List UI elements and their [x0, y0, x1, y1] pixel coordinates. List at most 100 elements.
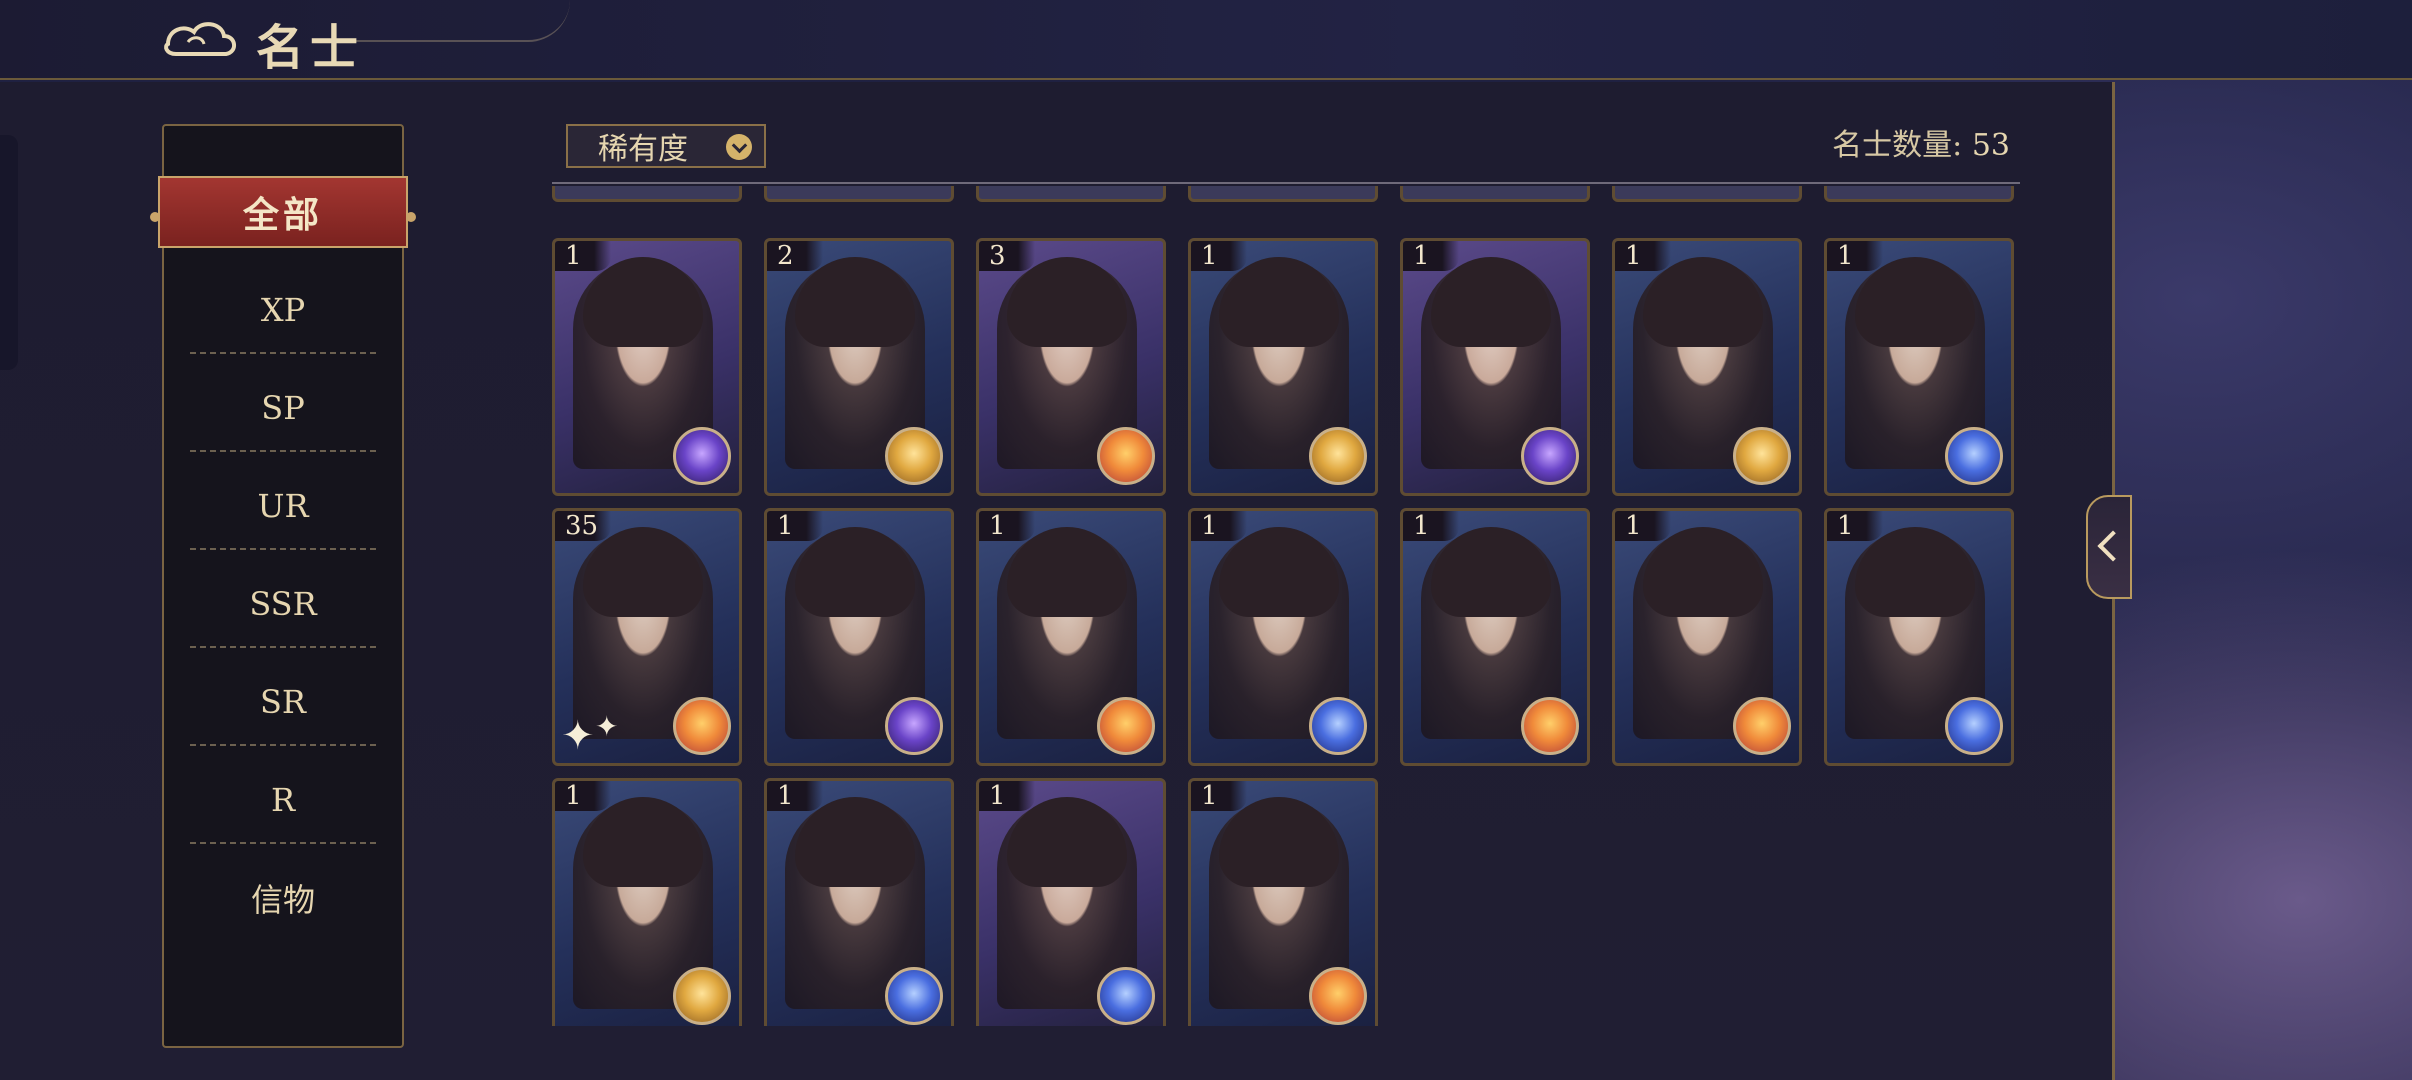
- blue-icon: [1945, 427, 2003, 485]
- hero-hair: [1219, 257, 1339, 347]
- hero-card[interactable]: 1: [976, 508, 1166, 766]
- divider: [190, 352, 376, 354]
- hero-card[interactable]: 1: [1188, 508, 1378, 766]
- hero-card[interactable]: 1: [1824, 508, 2014, 766]
- filter-sidebar: 全部 XP SP UR SSR SR R 信物: [150, 124, 416, 1048]
- collapse-panel-button[interactable]: [2086, 495, 2132, 599]
- sparkle-icon: ✦: [595, 710, 619, 743]
- hero-hair: [1007, 797, 1127, 887]
- hero-card[interactable]: 1: [1188, 778, 1378, 1026]
- divider: [190, 842, 376, 844]
- level-badge: 1: [1191, 781, 1247, 811]
- filter-ssr-tab[interactable]: SSR: [164, 574, 402, 634]
- gold-icon: [1733, 427, 1791, 485]
- card-peek[interactable]: [1400, 186, 1590, 202]
- level-badge: 1: [767, 781, 823, 811]
- level-badge: 1: [1191, 511, 1247, 541]
- grid-divider: [552, 182, 2020, 184]
- sparkle-icon: ✦: [561, 713, 595, 759]
- gold-icon: [1309, 427, 1367, 485]
- cloud-icon: [164, 22, 236, 56]
- divider: [190, 744, 376, 746]
- filter-sr-tab[interactable]: SR: [164, 672, 402, 732]
- divider: [190, 450, 376, 452]
- hero-hair: [1007, 257, 1127, 347]
- divider: [190, 548, 376, 550]
- level-badge: 3: [979, 241, 1035, 271]
- count-label: 名士数量:: [1832, 128, 1963, 163]
- filter-xp-tab[interactable]: XP: [164, 280, 402, 340]
- hero-hair: [1643, 257, 1763, 347]
- fire-icon: [1097, 427, 1155, 485]
- level-badge: 2: [767, 241, 823, 271]
- hero-card[interactable]: 1: [1400, 238, 1590, 496]
- hero-hair: [795, 527, 915, 617]
- card-peek[interactable]: [1188, 186, 1378, 202]
- hero-card[interactable]: 3: [976, 238, 1166, 496]
- hero-hair: [795, 797, 915, 887]
- violet-icon: [1521, 427, 1579, 485]
- hero-card[interactable]: 1: [764, 508, 954, 766]
- divider: [190, 646, 376, 648]
- hero-card[interactable]: 1: [552, 778, 742, 1026]
- blue-icon: [1945, 697, 2003, 755]
- hero-card[interactable]: 1: [1188, 238, 1378, 496]
- count-value: 53: [1971, 128, 2010, 163]
- level-badge: 1: [767, 511, 823, 541]
- hero-card[interactable]: 1: [1824, 238, 2014, 496]
- level-badge: 1: [1615, 241, 1671, 271]
- ornament-dot: [150, 212, 160, 222]
- card-peek[interactable]: [552, 186, 742, 202]
- sort-dropdown[interactable]: 稀有度: [566, 124, 766, 168]
- violet-icon: [885, 697, 943, 755]
- level-badge: 1: [979, 511, 1035, 541]
- sort-label: 稀有度: [598, 132, 688, 167]
- page-title: 名士: [256, 20, 365, 76]
- hero-card[interactable]: 35 ✦ ✦: [552, 508, 742, 766]
- hero-card[interactable]: 1: [1400, 508, 1590, 766]
- hero-count: 名士数量: 53: [1820, 124, 2010, 168]
- filter-token-tab[interactable]: 信物: [164, 868, 402, 928]
- hero-card[interactable]: 1: [976, 778, 1166, 1026]
- hero-hair: [1643, 527, 1763, 617]
- hero-hair: [583, 527, 703, 617]
- blue-icon: [1309, 697, 1367, 755]
- hero-hair: [1431, 257, 1551, 347]
- hero-card[interactable]: 1: [1612, 508, 1802, 766]
- filter-r-tab[interactable]: R: [164, 770, 402, 830]
- hero-hair: [1219, 797, 1339, 887]
- card-peek[interactable]: [1824, 186, 2014, 202]
- left-edge-tab[interactable]: [0, 135, 18, 370]
- level-badge: 1: [979, 781, 1035, 811]
- card-peek[interactable]: [1612, 186, 1802, 202]
- card-peek[interactable]: [764, 186, 954, 202]
- level-badge: 1: [1191, 241, 1247, 271]
- header-bar: 名士: [0, 0, 2412, 80]
- card-peek[interactable]: [976, 186, 1166, 202]
- hero-hair: [583, 257, 703, 347]
- level-badge: 1: [555, 781, 611, 811]
- hero-card[interactable]: 2: [764, 238, 954, 496]
- filter-all-tab[interactable]: 全部: [158, 176, 408, 248]
- hero-card[interactable]: 1: [764, 778, 954, 1026]
- hero-hair: [1219, 527, 1339, 617]
- fire-icon: [1521, 697, 1579, 755]
- hero-hair: [583, 797, 703, 887]
- blue-icon: [1097, 967, 1155, 1025]
- fire-icon: [1309, 967, 1367, 1025]
- filter-sp-tab[interactable]: SP: [164, 378, 402, 438]
- hero-hair: [1855, 527, 1975, 617]
- level-badge: 1: [555, 241, 611, 271]
- chevron-down-icon: [726, 134, 752, 160]
- level-badge: 1: [1615, 511, 1671, 541]
- hero-hair: [1431, 527, 1551, 617]
- filter-ur-tab[interactable]: UR: [164, 476, 402, 536]
- hero-card[interactable]: 1: [552, 238, 742, 496]
- ornament-dot: [406, 212, 416, 222]
- hero-card-grid: 1 2 3 1 1 1 1 35 ✦ ✦ 1 1 1 1 1 1 1 1 1 1: [552, 186, 2020, 1026]
- fire-icon: [1733, 697, 1791, 755]
- hero-card[interactable]: 1: [1612, 238, 1802, 496]
- hero-hair: [795, 257, 915, 347]
- gold-icon: [885, 427, 943, 485]
- level-badge: 1: [1403, 511, 1459, 541]
